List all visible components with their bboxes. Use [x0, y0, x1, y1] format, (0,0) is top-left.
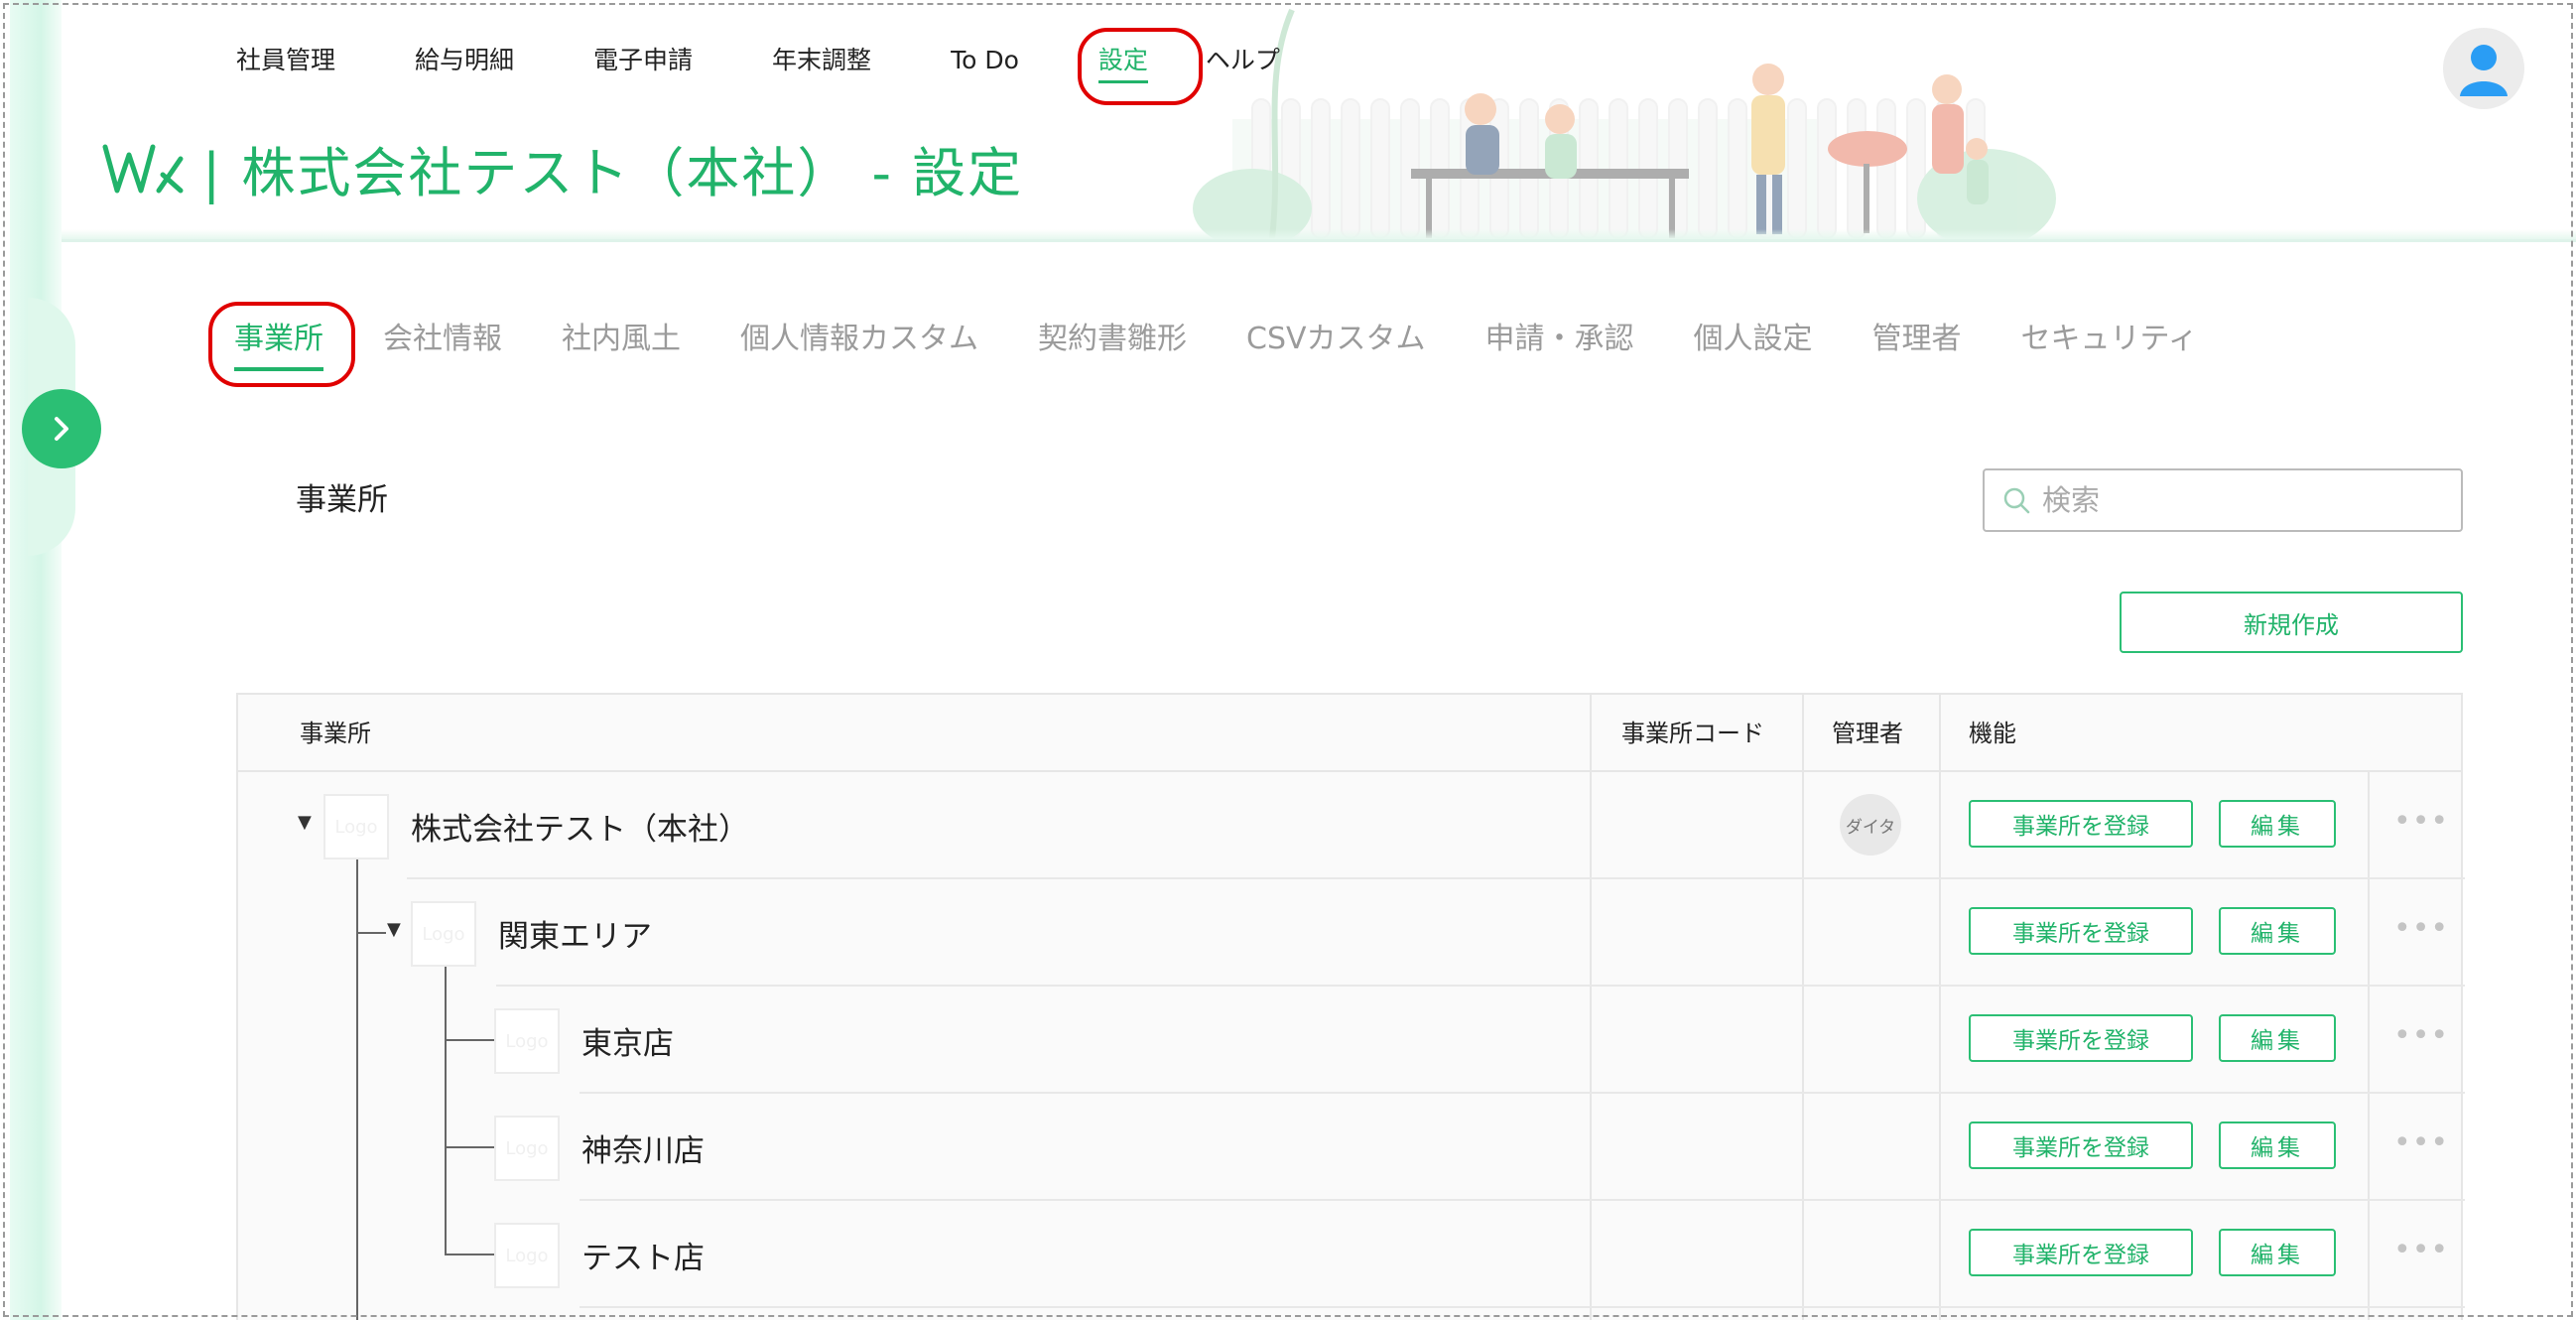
chevron-right-icon	[55, 417, 68, 441]
register-office-button[interactable]: 事業所を登録	[1969, 800, 2193, 848]
more-options-icon[interactable]: •••	[2393, 1233, 2449, 1267]
tab-csv-custom[interactable]: CSVカスタム	[1246, 316, 1426, 363]
left-rail	[10, 0, 62, 1320]
office-logo: Logo	[494, 1223, 560, 1288]
office-logo: Logo	[323, 794, 389, 859]
app-header: 社員管理 給与明細 電子申請 年末調整 To Do 設定 ヘルプ | 株式会社テ…	[62, 0, 2576, 242]
settings-tabs: 事業所 会社情報 社内風土 個人情報カスタム 契約書雛形 CSVカスタム 申請・…	[234, 316, 2257, 371]
header-illustration	[1193, 0, 2125, 239]
tab-administrators[interactable]: 管理者	[1872, 316, 1962, 363]
office-name[interactable]: 神奈川店	[581, 1125, 705, 1170]
nav-e-application[interactable]: 電子申請	[593, 40, 693, 81]
tab-company-info[interactable]: 会社情報	[383, 316, 502, 363]
more-options-icon[interactable]: •••	[2393, 911, 2449, 946]
expand-sidebar-button[interactable]	[22, 389, 101, 468]
section-title: 事業所	[296, 482, 388, 518]
edit-button[interactable]: 編集	[2219, 907, 2336, 955]
edit-button[interactable]: 編集	[2219, 1014, 2336, 1062]
search-icon	[2003, 487, 2030, 514]
nav-todo[interactable]: To Do	[951, 40, 1019, 81]
nav-employee-management[interactable]: 社員管理	[236, 40, 335, 81]
nav-help[interactable]: ヘルプ	[1206, 40, 1280, 81]
register-office-button[interactable]: 事業所を登録	[1969, 1229, 2193, 1276]
office-name[interactable]: テスト店	[581, 1233, 705, 1277]
tab-company-culture[interactable]: 社内風土	[562, 316, 681, 363]
column-divider	[1590, 695, 1592, 1320]
tree-line	[356, 858, 358, 1320]
row-divider	[580, 1092, 2465, 1094]
tab-contract-template[interactable]: 契約書雛形	[1038, 316, 1187, 363]
create-new-button[interactable]: 新規作成	[2120, 592, 2463, 653]
header-admin: 管理者	[1832, 720, 1903, 747]
tree-line	[445, 1039, 494, 1041]
office-name[interactable]: 東京店	[581, 1018, 674, 1063]
collapse-caret-icon[interactable]: ▼	[387, 919, 401, 940]
table-header: 事業所 事業所コード 管理者 機能	[238, 695, 2461, 772]
office-logo: Logo	[494, 1008, 560, 1074]
tree-line	[445, 965, 447, 1254]
admin-avatar: ダイタ	[1840, 794, 1901, 856]
office-name[interactable]: 株式会社テスト（本社）	[411, 804, 749, 849]
header-office-code: 事業所コード	[1621, 720, 1764, 747]
row-divider	[496, 985, 2465, 987]
office-logo: Logo	[411, 901, 476, 967]
top-navigation: 社員管理 給与明細 電子申請 年末調整 To Do 設定 ヘルプ	[236, 40, 1359, 83]
register-office-button[interactable]: 事業所を登録	[1969, 1014, 2193, 1062]
register-office-button[interactable]: 事業所を登録	[1969, 907, 2193, 955]
search-box	[1983, 468, 2463, 532]
wk-logo-icon	[102, 144, 184, 193]
tab-office[interactable]: 事業所	[234, 316, 323, 371]
user-icon	[2460, 45, 2508, 96]
column-divider	[2368, 772, 2370, 1320]
tree-line	[356, 932, 386, 934]
column-divider	[1939, 695, 1941, 1320]
edit-button[interactable]: 編集	[2219, 800, 2336, 848]
header-functions: 機能	[1969, 720, 2016, 747]
register-office-button[interactable]: 事業所を登録	[1969, 1122, 2193, 1169]
brand: | 株式会社テスト（本社） - 設定	[101, 129, 1023, 207]
edit-button[interactable]: 編集	[2219, 1229, 2336, 1276]
tab-security[interactable]: セキュリティ	[2021, 316, 2198, 363]
more-options-icon[interactable]: •••	[2393, 1018, 2449, 1053]
header-divider	[62, 229, 2576, 239]
more-options-icon[interactable]: •••	[2393, 804, 2449, 839]
edit-button[interactable]: 編集	[2219, 1122, 2336, 1169]
office-logo: Logo	[494, 1116, 560, 1181]
page-title: | 株式会社テスト（本社） - 設定	[202, 142, 1024, 204]
tab-personal-info-custom[interactable]: 個人情報カスタム	[740, 316, 978, 363]
collapse-caret-icon[interactable]: ▼	[298, 812, 312, 833]
tree-line	[445, 1146, 494, 1148]
tree-line	[445, 1254, 494, 1255]
nav-payslip[interactable]: 給与明細	[415, 40, 514, 81]
office-name[interactable]: 関東エリア	[498, 911, 652, 956]
tab-application-approval[interactable]: 申請・承認	[1485, 316, 1634, 363]
more-options-icon[interactable]: •••	[2393, 1125, 2449, 1160]
search-input[interactable]	[2042, 483, 2439, 517]
row-divider	[580, 1306, 2465, 1308]
header-office: 事業所	[300, 720, 371, 747]
office-table: 事業所 事業所コード 管理者 機能 ▼ Logo 株式会社テスト（本社） ダイタ…	[236, 693, 2465, 1320]
nav-year-end-adjustment[interactable]: 年末調整	[772, 40, 871, 81]
avatar[interactable]	[2443, 28, 2524, 109]
tab-personal-settings[interactable]: 個人設定	[1694, 316, 1813, 363]
row-divider	[580, 1199, 2465, 1201]
nav-settings[interactable]: 設定	[1097, 40, 1148, 83]
row-divider	[407, 877, 2465, 879]
column-divider	[1802, 695, 1804, 1320]
